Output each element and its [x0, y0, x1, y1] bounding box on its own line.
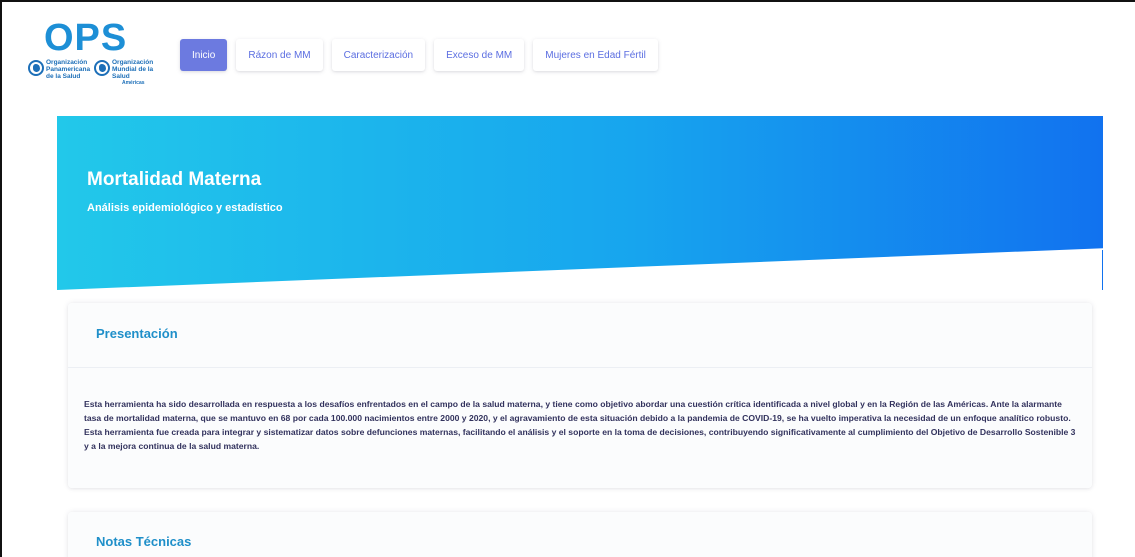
presentation-card: Presentación Esta herramienta ha sido de…	[68, 303, 1092, 488]
paho-globe-icon	[28, 60, 44, 76]
presentation-title: Presentación	[96, 326, 178, 341]
nav-inicio-button[interactable]: Inicio	[180, 39, 228, 71]
technical-notes-card: Notas Técnicas	[68, 512, 1092, 557]
site-header: OPS Organización Panamericana de la Salu…	[2, 2, 1135, 114]
presentation-card-header: Presentación	[68, 303, 1092, 368]
who-name-line: Organización	[112, 59, 154, 66]
org-logos: Organización Panamericana de la Salud Or…	[26, 57, 166, 89]
who-emblem-icon	[94, 60, 110, 76]
page-title: Mortalidad Materna	[87, 169, 262, 190]
main-nav: Inicio Rázon de MM Caracterización Exces…	[180, 39, 658, 71]
ops-logo[interactable]: OPS Organización Panamericana de la Salu…	[26, 18, 166, 94]
nav-caracterizacion-button[interactable]: Caracterización	[331, 39, 426, 71]
who-region: Américas	[122, 80, 145, 86]
nav-razon-mm-button[interactable]: Rázon de MM	[236, 39, 323, 71]
technical-notes-header: Notas Técnicas	[68, 512, 1092, 557]
who-name-line: Mundial de la Salud	[112, 66, 154, 80]
logo-wordmark: OPS	[44, 17, 128, 59]
page-subtitle: Análisis epidemiológico y estadístico	[87, 202, 283, 214]
technical-notes-title: Notas Técnicas	[96, 534, 192, 549]
nav-exceso-mm-button[interactable]: Exceso de MM	[434, 39, 525, 71]
hero-edge-line	[1102, 250, 1103, 290]
presentation-body: Esta herramienta ha sido desarrollada en…	[68, 368, 1092, 488]
presentation-text: Esta herramienta ha sido desarrollada en…	[84, 399, 1076, 451]
who-name: Organización Mundial de la Salud América…	[112, 59, 172, 87]
nav-mujeres-edad-fertil-button[interactable]: Mujeres en Edad Fértil	[533, 39, 658, 71]
